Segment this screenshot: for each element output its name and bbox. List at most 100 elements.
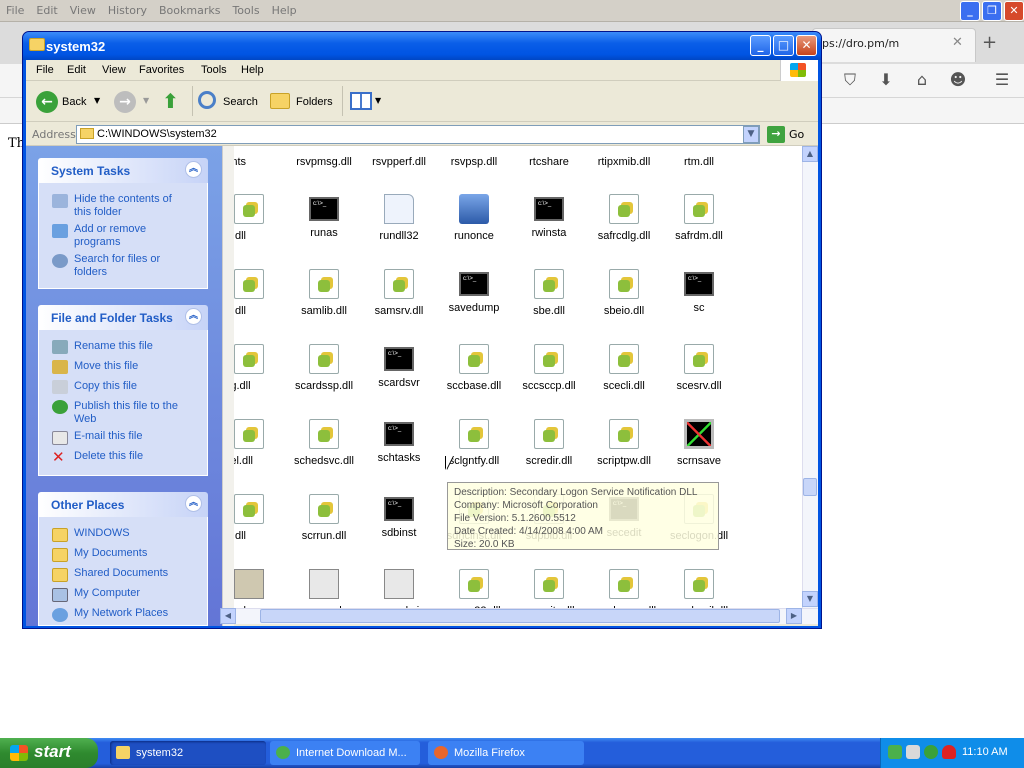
file-item[interactable]: robj.dll: [234, 494, 286, 542]
file-item[interactable]: annel.dll: [234, 419, 286, 467]
file-item[interactable]: scardssp.dll: [287, 344, 361, 392]
file-item[interactable]: scrnsave: [662, 419, 736, 467]
file-item[interactable]: secupd: [287, 569, 361, 608]
ff-menu-edit[interactable]: Edit: [30, 0, 63, 17]
task-add-remove[interactable]: Add or remove programs: [74, 223, 164, 249]
views-icon[interactable]: [350, 92, 372, 110]
file-item[interactable]: utils.dll: [234, 194, 286, 242]
taskbar-item-system32[interactable]: system32: [110, 741, 266, 765]
ff-menu-file[interactable]: File: [0, 0, 30, 17]
file-item[interactable]: scriptpw.dll: [587, 419, 661, 467]
search-button[interactable]: Search: [223, 96, 258, 108]
place-windows[interactable]: WINDOWS: [74, 527, 130, 540]
address-value[interactable]: C:\WINDOWS\system32: [97, 128, 217, 140]
task-move[interactable]: Move this file: [74, 360, 138, 373]
task-search-files[interactable]: Search for files or folders: [74, 253, 174, 279]
collapse-chevron-icon[interactable]: ︽: [185, 495, 202, 512]
file-item[interactable]: rddlg.dll: [234, 344, 286, 392]
file-item[interactable]: rundll32: [362, 194, 436, 242]
back-button[interactable]: Back: [62, 96, 86, 108]
menu-tools[interactable]: Tools: [201, 64, 227, 76]
file-item[interactable]: rslv.dll: [234, 269, 286, 317]
taskbar-item-firefox[interactable]: Mozilla Firefox: [428, 741, 584, 765]
file-item[interactable]: sccsccp.dll: [512, 344, 586, 392]
ff-menu-tools[interactable]: Tools: [226, 0, 265, 17]
file-item[interactable]: schtasks: [362, 419, 436, 464]
ff-close-button[interactable]: ✕: [1004, 1, 1024, 21]
file-item[interactable]: rtcshare: [512, 150, 586, 168]
folders-icon[interactable]: [270, 93, 290, 109]
ff-menu-view[interactable]: View: [64, 0, 102, 17]
scroll-up-icon[interactable]: ▲: [802, 146, 818, 162]
views-dropdown-icon[interactable]: ▼: [375, 96, 381, 105]
minimize-button[interactable]: _: [750, 35, 771, 56]
menu-help[interactable]: Help: [241, 64, 264, 76]
collapse-chevron-icon[interactable]: ︽: [185, 161, 202, 178]
file-item[interactable]: safrdm.dll: [662, 194, 736, 242]
back-dropdown-icon[interactable]: ▼: [94, 96, 100, 105]
file-item[interactable]: samsrv.dll: [362, 269, 436, 317]
task-hide-contents[interactable]: Hide the contents of this folder: [74, 193, 182, 219]
go-arrow-icon[interactable]: →: [767, 126, 785, 143]
task-copy[interactable]: Copy this file: [74, 380, 137, 393]
taskbar-item-idm[interactable]: Internet Download M...: [270, 741, 420, 765]
tray-network-icon[interactable]: [888, 745, 902, 759]
task-pane-scrollbar[interactable]: [222, 146, 234, 626]
scroll-down-icon[interactable]: ▼: [802, 591, 818, 607]
file-item[interactable]: runas: [287, 194, 361, 239]
file-item[interactable]: rwinsta: [512, 194, 586, 239]
pocket-icon[interactable]: ⛉: [840, 70, 860, 90]
horizontal-scroll-thumb[interactable]: [260, 609, 780, 623]
file-item[interactable]: sc: [662, 269, 736, 314]
collapse-chevron-icon[interactable]: ︽: [185, 308, 202, 325]
file-item[interactable]: sdbinst: [362, 494, 436, 539]
file-item[interactable]: secur32.dll: [437, 569, 511, 608]
file-item[interactable]: acpol: [234, 569, 286, 608]
place-network[interactable]: My Network Places: [74, 607, 168, 620]
back-arrow-icon[interactable]: ←: [36, 91, 58, 113]
tray-speaker-icon[interactable]: [906, 745, 920, 759]
forward-dropdown-icon[interactable]: ▼: [143, 96, 149, 105]
smiley-icon[interactable]: ☻: [948, 70, 968, 90]
tray-idm-icon[interactable]: [924, 745, 938, 759]
scroll-right-icon[interactable]: ▶: [786, 608, 802, 624]
file-item[interactable]: savedump: [437, 269, 511, 314]
place-my-documents[interactable]: My Documents: [74, 547, 147, 560]
task-delete[interactable]: Delete this file: [74, 450, 143, 463]
file-item[interactable]: rtm.dll: [662, 150, 736, 168]
up-folder-icon[interactable]: ⬆: [162, 89, 184, 113]
maximize-button[interactable]: □: [773, 35, 794, 56]
file-item[interactable]: safrcdlg.dll: [587, 194, 661, 242]
file-item[interactable]: scrrun.dll: [287, 494, 361, 542]
place-shared-documents[interactable]: Shared Documents: [74, 567, 168, 580]
file-item[interactable]: secupd.sig: [362, 569, 436, 608]
file-item[interactable]: sbeio.dll: [587, 269, 661, 317]
menu-file[interactable]: File: [36, 64, 54, 76]
file-item[interactable]: sccbase.dll: [437, 344, 511, 392]
ff-menu-history[interactable]: History: [102, 0, 153, 17]
menu-edit[interactable]: Edit: [67, 64, 86, 76]
new-tab-icon[interactable]: +: [982, 32, 997, 53]
close-button[interactable]: ✕: [796, 35, 817, 56]
address-dropdown-icon[interactable]: ▼: [743, 126, 759, 143]
ff-restore-button[interactable]: ❐: [982, 1, 1002, 21]
ff-menu-bookmarks[interactable]: Bookmarks: [153, 0, 226, 17]
file-item[interactable]: sendmail.dll: [662, 569, 736, 608]
file-item[interactable]: rtipxmib.dll: [587, 150, 661, 168]
file-item[interactable]: rsvpmsg.dll: [287, 150, 361, 168]
menu-favorites[interactable]: Favorites: [139, 64, 184, 76]
vertical-scrollbar[interactable]: [802, 146, 818, 608]
tray-shield-icon[interactable]: [942, 745, 956, 759]
file-item[interactable]: scredir.dll: [512, 419, 586, 467]
task-email[interactable]: E-mail this file: [74, 430, 142, 443]
file-item[interactable]: sbe.dll: [512, 269, 586, 317]
search-icon[interactable]: [198, 91, 216, 109]
file-item[interactable]: vpcnts: [234, 150, 286, 168]
folders-button[interactable]: Folders: [296, 96, 333, 108]
vertical-scroll-thumb[interactable]: [803, 478, 817, 496]
file-item[interactable]: scesrv.dll: [662, 344, 736, 392]
menu-view[interactable]: View: [102, 64, 126, 76]
file-item[interactable]: schedsvc.dll: [287, 419, 361, 467]
file-item[interactable]: rsvpperf.dll: [362, 150, 436, 168]
ff-minimize-button[interactable]: _: [960, 1, 980, 21]
